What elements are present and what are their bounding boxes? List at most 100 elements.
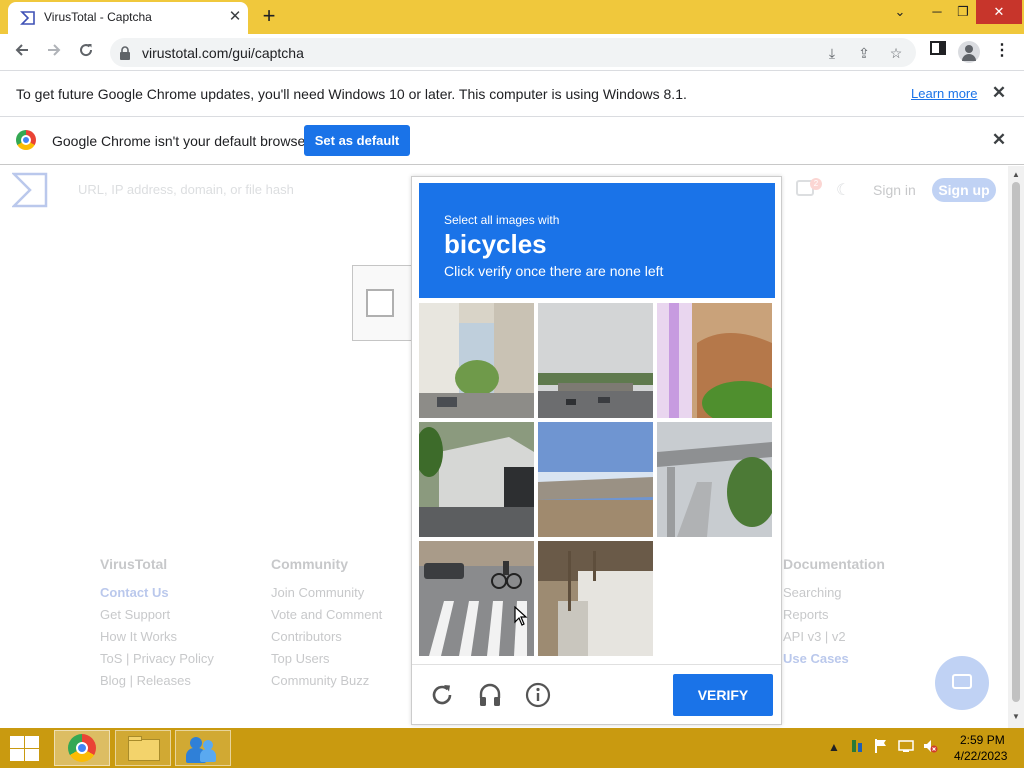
- info-icon[interactable]: [525, 682, 551, 708]
- dark-mode-icon[interactable]: ☾: [836, 180, 850, 200]
- url-text: virustotal.com/gui/captcha: [142, 45, 304, 61]
- update-infobar-text: To get future Google Chrome updates, you…: [16, 86, 687, 102]
- captcha-select-text: Select all images with: [444, 213, 560, 227]
- windows-logo-icon: [10, 736, 24, 748]
- footer-link[interactable]: Blog | Releases: [100, 670, 214, 692]
- footer-column-community: Community Join Community Vote and Commen…: [271, 556, 382, 692]
- footer-link[interactable]: Reports: [783, 604, 885, 626]
- page-scrollbar[interactable]: ▲ ▼: [1008, 166, 1024, 728]
- footer-column-virustotal: VirusTotal Contact Us Get Support How It…: [100, 556, 214, 692]
- tab-search-icon[interactable]: ⌄: [886, 0, 914, 24]
- forward-arrow-icon: [48, 44, 61, 56]
- install-app-icon[interactable]: ⤓: [822, 43, 842, 63]
- footer-link[interactable]: How It Works: [100, 626, 214, 648]
- clock-time[interactable]: 2:59 PM: [960, 733, 1005, 747]
- scroll-up-icon[interactable]: ▲: [1012, 170, 1020, 179]
- default-browser-infobar: Google Chrome isn't your default browser…: [0, 117, 1024, 165]
- taskbar-chrome[interactable]: [54, 730, 110, 766]
- captcha-tile[interactable]: [419, 422, 534, 537]
- footer-link[interactable]: Community Buzz: [271, 670, 382, 692]
- action-center-flag-icon[interactable]: [874, 738, 888, 757]
- start-button[interactable]: [8, 735, 39, 761]
- screen: VirusTotal - Captcha ✕ + ⌄ ─ ❐ ✕ virusto…: [0, 0, 1024, 768]
- volume-muted-icon[interactable]: [922, 738, 938, 757]
- address-bar[interactable]: virustotal.com/gui/captcha ⤓ ⇪ ☆: [110, 38, 916, 67]
- windows-taskbar: ▲ 2:59 PM 4/22/2023: [0, 728, 1024, 768]
- reload-icon: [80, 44, 93, 57]
- restore-button[interactable]: ❐: [950, 0, 976, 24]
- captcha-tile[interactable]: [419, 303, 534, 418]
- captcha-instruction: Click verify once there are none left: [444, 263, 664, 279]
- footer-link[interactable]: API v3 | v2: [783, 626, 885, 648]
- footer-link[interactable]: ToS | Privacy Policy: [100, 648, 214, 670]
- captcha-tile[interactable]: [419, 541, 534, 656]
- minimize-button[interactable]: ─: [922, 0, 952, 24]
- recaptcha-anchor: [352, 265, 412, 341]
- show-hidden-icons-icon[interactable]: ▲: [828, 740, 840, 754]
- sign-in-link[interactable]: Sign in: [873, 182, 916, 198]
- close-window-button[interactable]: ✕: [976, 0, 1022, 24]
- captcha-target-object: bicycles: [444, 229, 547, 259]
- footer-heading: VirusTotal: [100, 556, 168, 572]
- close-icon[interactable]: ✕: [990, 131, 1008, 149]
- captcha-tile[interactable]: [657, 422, 772, 537]
- captcha-challenge: Select all images with bicycles Click ve…: [411, 176, 782, 725]
- tab-close-icon[interactable]: ✕: [226, 8, 244, 26]
- forward-button[interactable]: [42, 40, 66, 64]
- footer-link[interactable]: Get Support: [100, 604, 214, 626]
- scroll-down-icon[interactable]: ▼: [1012, 712, 1020, 721]
- footer-link[interactable]: Contributors: [271, 626, 382, 648]
- taskbar-messenger[interactable]: [175, 730, 231, 766]
- side-panel-icon[interactable]: [927, 40, 949, 62]
- virustotal-favicon-icon: [20, 11, 35, 25]
- mouse-cursor-icon: [514, 606, 528, 626]
- headphones-icon[interactable]: [477, 682, 503, 708]
- back-button[interactable]: [10, 40, 34, 64]
- more-menu-icon[interactable]: ⋮: [991, 40, 1013, 62]
- chat-icon[interactable]: [935, 656, 989, 710]
- default-browser-text: Google Chrome isn't your default browser: [52, 133, 310, 149]
- notification-badge: 2: [810, 178, 822, 190]
- search-input[interactable]: URL, IP address, domain, or file hash: [78, 182, 294, 197]
- taskbar-file-explorer[interactable]: [115, 730, 171, 766]
- reload-icon[interactable]: [429, 682, 455, 708]
- tab-strip: VirusTotal - Captcha ✕ + ⌄ ─ ❐ ✕: [0, 0, 1024, 34]
- scrollbar-thumb[interactable]: [1012, 182, 1020, 702]
- profile-avatar-icon[interactable]: [958, 41, 980, 63]
- footer-link[interactable]: Vote and Comment: [271, 604, 382, 626]
- captcha-divider: [412, 664, 781, 665]
- browser-toolbar: virustotal.com/gui/captcha ⤓ ⇪ ☆ ⋮: [0, 34, 1024, 71]
- tab-virustotal[interactable]: VirusTotal - Captcha ✕: [8, 2, 248, 34]
- captcha-header: Select all images with bicycles Click ve…: [419, 183, 775, 298]
- footer-link[interactable]: Searching: [783, 582, 885, 604]
- close-icon[interactable]: ✕: [990, 84, 1008, 102]
- share-icon[interactable]: ⇪: [854, 43, 874, 63]
- footer-link[interactable]: Join Community: [271, 582, 382, 604]
- set-as-default-button[interactable]: Set as default: [304, 125, 410, 156]
- captcha-tile[interactable]: [538, 541, 653, 656]
- recaptcha-checkbox[interactable]: [366, 289, 394, 317]
- learn-more-link[interactable]: Learn more: [911, 86, 977, 101]
- file-explorer-icon: [128, 739, 160, 761]
- captcha-tile[interactable]: [538, 422, 653, 537]
- captcha-tile[interactable]: [538, 303, 653, 418]
- captcha-tile-empty[interactable]: [657, 541, 772, 656]
- lock-icon: [120, 46, 130, 60]
- sign-up-button[interactable]: Sign up: [932, 178, 996, 202]
- footer-heading: Documentation: [783, 556, 885, 572]
- new-tab-button[interactable]: +: [258, 5, 280, 28]
- captcha-tile[interactable]: [657, 303, 772, 418]
- display-icon[interactable]: [898, 738, 914, 757]
- footer-heading: Community: [271, 556, 348, 572]
- network-icon[interactable]: [850, 738, 864, 757]
- bookmark-star-icon[interactable]: ☆: [886, 43, 906, 63]
- clock-date[interactable]: 4/22/2023: [954, 749, 1007, 763]
- reload-button[interactable]: [74, 40, 98, 64]
- update-infobar: To get future Google Chrome updates, you…: [0, 71, 1024, 117]
- footer-link[interactable]: Use Cases: [783, 648, 885, 670]
- footer-link[interactable]: Top Users: [271, 648, 382, 670]
- footer-column-documentation: Documentation Searching Reports API v3 |…: [783, 556, 885, 670]
- back-arrow-icon: [15, 44, 28, 56]
- footer-link[interactable]: Contact Us: [100, 582, 214, 604]
- verify-button[interactable]: VERIFY: [673, 674, 773, 716]
